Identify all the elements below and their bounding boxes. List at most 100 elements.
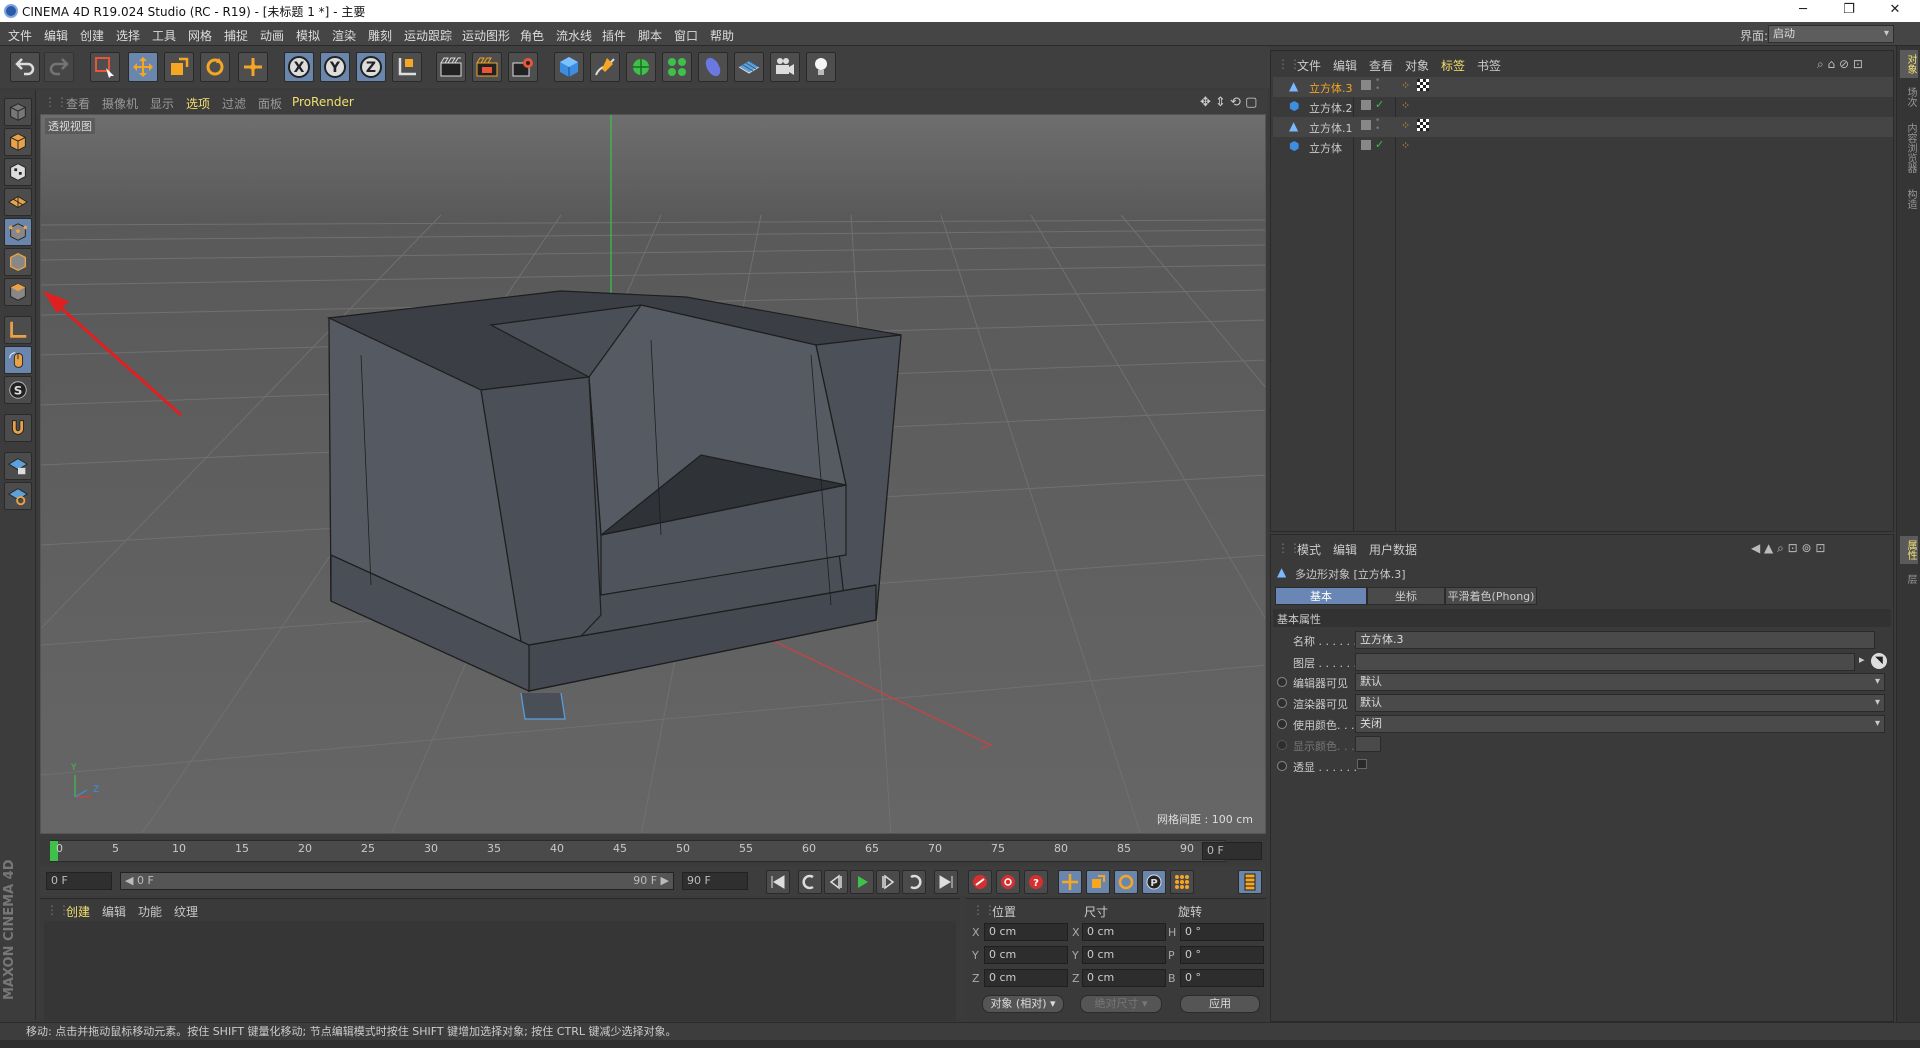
pos-z-field[interactable]: 0 cm <box>984 969 1068 987</box>
menu-window[interactable]: 窗口 <box>674 27 698 44</box>
name-field[interactable]: 立方体.3 <box>1355 631 1875 649</box>
viewport-menu-options[interactable]: 选项 <box>186 95 210 112</box>
rotate-tool-button[interactable] <box>200 52 230 82</box>
play-button[interactable] <box>850 870 874 894</box>
menu-script[interactable]: 脚本 <box>638 27 662 44</box>
uvw-tag-icon[interactable]: ⁘ <box>1401 79 1410 92</box>
timeline-track[interactable] <box>50 840 1226 862</box>
go-to-start-button[interactable] <box>766 870 790 894</box>
tab-phong[interactable]: 平滑着色(Phong) <box>1445 587 1537 605</box>
maximize-button[interactable]: ❐ <box>1826 0 1872 22</box>
menu-edit[interactable]: 编辑 <box>44 27 68 44</box>
am-menu-edit[interactable]: 编辑 <box>1333 541 1357 558</box>
current-frame-field[interactable]: 0 F <box>1202 842 1262 860</box>
tab-basic[interactable]: 基本 <box>1275 587 1367 605</box>
menu-sculpt[interactable]: 雕刻 <box>368 27 392 44</box>
editor-visible-radio[interactable] <box>1277 677 1287 687</box>
material-list-area[interactable] <box>44 921 956 1021</box>
frame-range-slider[interactable]: ◀ 0 F 90 F ▶ <box>120 872 674 890</box>
menu-create[interactable]: 创建 <box>80 27 104 44</box>
redo-button[interactable] <box>44 52 74 82</box>
render-view-button[interactable] <box>436 52 466 82</box>
menu-file[interactable]: 文件 <box>8 27 32 44</box>
tab-layers[interactable]: 层 <box>1900 568 1918 590</box>
viewport-menu-view[interactable]: 查看 <box>66 95 90 112</box>
material-tag-icon[interactable] <box>1417 79 1429 91</box>
polygons-mode-button[interactable] <box>4 278 32 306</box>
tab-takes[interactable]: 场次 <box>1900 84 1918 110</box>
size-mode-select[interactable]: 绝对尺寸 ▾ <box>1080 995 1162 1013</box>
viewport-navigation-icons[interactable]: ✥ ⇕ ⟲ ▢ <box>1200 95 1257 110</box>
use-color-select[interactable]: 关闭 ▾ <box>1355 715 1885 733</box>
phong-tag-icon[interactable]: ⁘ <box>1401 99 1410 112</box>
viewport-menu-prorender[interactable]: ProRender <box>292 95 354 109</box>
position-track-button[interactable] <box>1058 870 1082 894</box>
cube-primitive-button[interactable] <box>554 52 584 82</box>
layer-icon[interactable] <box>1361 100 1371 110</box>
viewport-menu-panel[interactable]: 面板 <box>258 95 282 112</box>
layer-pick-icon[interactable]: ◥ <box>1871 653 1887 669</box>
material-menu-function[interactable]: 功能 <box>138 903 162 920</box>
viewport-menu-filter[interactable]: 过滤 <box>222 95 246 112</box>
om-menu-tags[interactable]: 标签 <box>1441 57 1465 74</box>
material-menu-create[interactable]: 创建 <box>66 903 90 920</box>
menu-plugins[interactable]: 插件 <box>602 27 626 44</box>
x-axis-lock-button[interactable]: X <box>284 52 314 82</box>
visibility-dots-icon[interactable]: • • <box>1375 77 1380 94</box>
parameter-track-button[interactable]: P <box>1142 870 1166 894</box>
uvw-tag-icon[interactable]: ⁘ <box>1401 119 1410 132</box>
material-tag-icon[interactable] <box>1417 119 1429 131</box>
menu-mograph[interactable]: 运动图形 <box>462 27 510 44</box>
visibility-dots-icon[interactable]: • • <box>1375 117 1380 134</box>
close-button[interactable]: ✕ <box>1872 0 1918 22</box>
rot-p-field[interactable]: 0 ° <box>1180 946 1264 964</box>
next-key-button[interactable] <box>902 870 926 894</box>
material-menu-texture[interactable]: 纹理 <box>174 903 198 920</box>
z-axis-lock-button[interactable]: Z <box>356 52 386 82</box>
use-color-radio[interactable] <box>1277 719 1287 729</box>
coordinate-mode-select[interactable]: 对象 (相对) ▾ <box>982 995 1064 1013</box>
floor-button[interactable] <box>734 52 764 82</box>
move-tool-button[interactable] <box>128 52 158 82</box>
layer-icon[interactable] <box>1361 80 1371 90</box>
previous-key-button[interactable] <box>798 870 822 894</box>
pen-spline-button[interactable] <box>590 52 620 82</box>
minimize-button[interactable]: ─ <box>1780 0 1826 22</box>
menu-motion-tracking[interactable]: 运动跟踪 <box>404 27 452 44</box>
cloner-button[interactable] <box>662 52 692 82</box>
size-y-field[interactable]: 0 cm <box>1082 946 1166 964</box>
apply-button[interactable]: 应用 <box>1180 995 1260 1013</box>
start-frame-field[interactable]: 0 F <box>46 872 112 890</box>
object-row-cube[interactable]: ⬢ 立方体 ✓ ⁘ <box>1273 137 1893 157</box>
rot-b-field[interactable]: 0 ° <box>1180 969 1264 987</box>
layer-field[interactable] <box>1355 653 1855 671</box>
layer-icon[interactable] <box>1361 120 1371 130</box>
render-visible-radio[interactable] <box>1277 698 1287 708</box>
lock-workplane-button[interactable] <box>4 452 32 480</box>
go-to-end-button[interactable] <box>934 870 958 894</box>
light-button[interactable] <box>806 52 836 82</box>
menu-animate[interactable]: 动画 <box>260 27 284 44</box>
editor-visible-select[interactable]: 默认 ▾ <box>1355 673 1885 691</box>
menu-snap[interactable]: 捕捉 <box>224 27 248 44</box>
autokey-button[interactable] <box>996 870 1020 894</box>
previous-frame-button[interactable] <box>824 870 848 894</box>
next-frame-button[interactable] <box>876 870 900 894</box>
make-editable-button[interactable] <box>4 98 32 126</box>
object-name[interactable]: 立方体 <box>1309 140 1342 156</box>
pos-x-field[interactable]: 0 cm <box>984 923 1068 941</box>
tab-structure[interactable]: 构造 <box>1900 186 1918 212</box>
display-color-swatch[interactable] <box>1355 736 1381 752</box>
render-settings-button[interactable] <box>508 52 538 82</box>
tab-coordinates[interactable]: 坐标 <box>1367 587 1445 605</box>
menu-mesh[interactable]: 网格 <box>188 27 212 44</box>
menu-help[interactable]: 帮助 <box>710 27 734 44</box>
tab-content-browser[interactable]: 内容浏览器 <box>1900 116 1918 180</box>
om-search-home-icons[interactable]: ⌕ ⌂ ⊘ ⊡ <box>1817 57 1863 72</box>
enabled-check-icon[interactable]: ✓ <box>1375 138 1384 151</box>
tab-objects[interactable]: 对象 <box>1900 50 1918 78</box>
planar-workplane-button[interactable] <box>4 482 32 510</box>
tab-attributes[interactable]: 属性 <box>1900 536 1918 564</box>
am-menu-user-data[interactable]: 用户数据 <box>1369 541 1417 558</box>
live-selection-button[interactable] <box>90 52 120 82</box>
